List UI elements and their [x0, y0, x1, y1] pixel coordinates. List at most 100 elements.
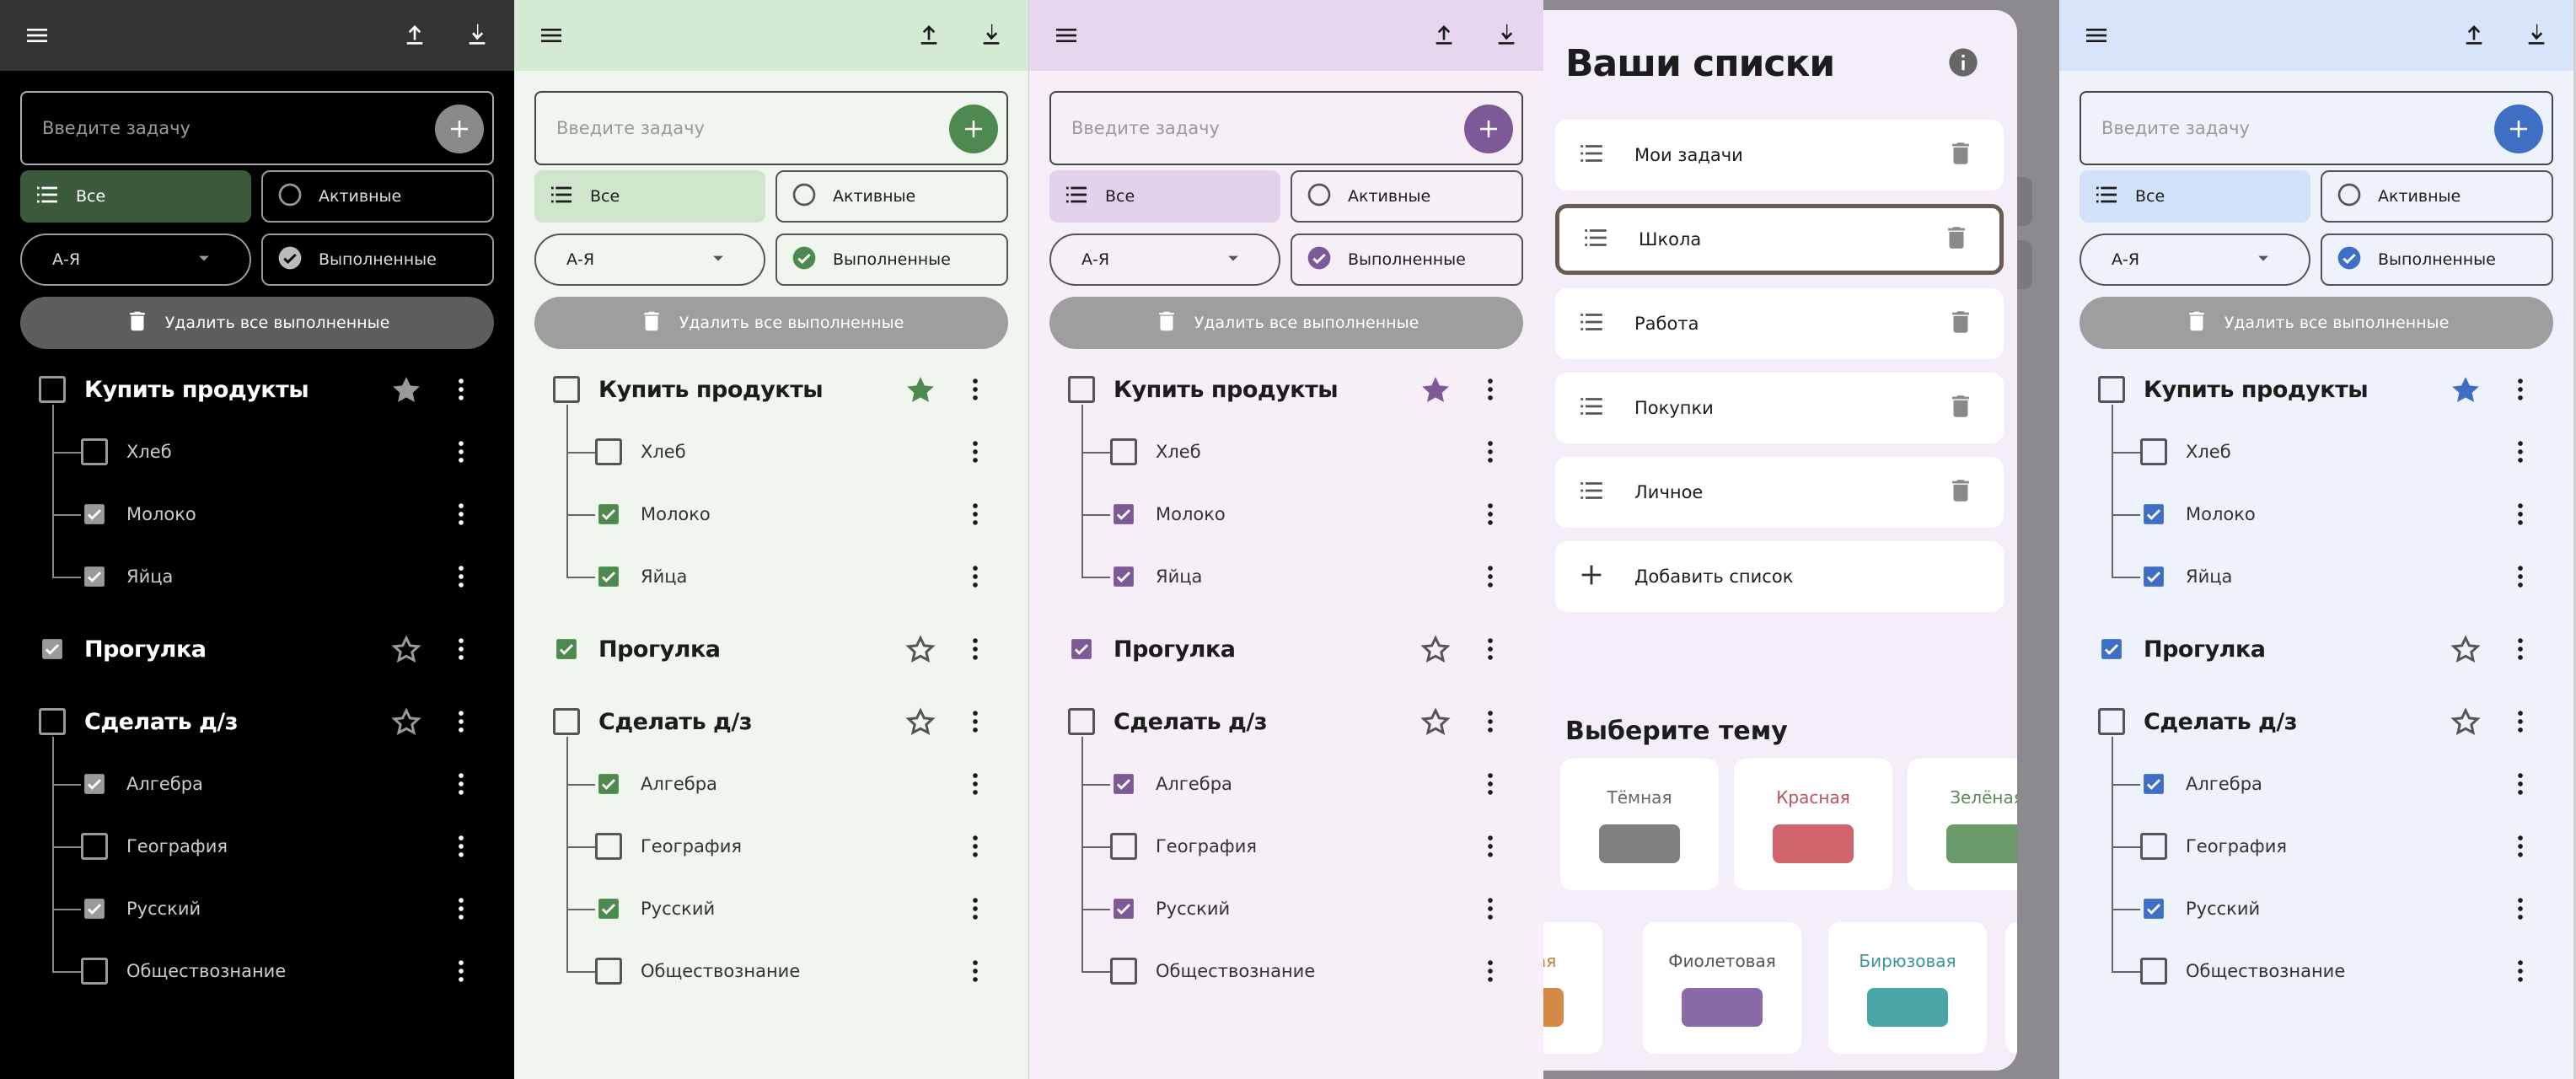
subtask-row[interactable]: География: [0, 815, 514, 878]
subtask-checkbox[interactable]: [595, 438, 622, 465]
task-checkbox[interactable]: [553, 636, 580, 663]
download-icon[interactable]: [971, 15, 1012, 56]
delete-completed-button[interactable]: Удалить все выполненные: [20, 297, 494, 349]
subtask-checkbox[interactable]: [1110, 563, 1137, 590]
list-item[interactable]: Работа: [1555, 288, 2004, 359]
subtask-row[interactable]: Молоко: [0, 483, 514, 545]
subtask-checkbox[interactable]: [2140, 958, 2167, 985]
info-icon[interactable]: [1946, 46, 1980, 79]
subtask-row[interactable]: Хлеб: [1029, 421, 1543, 483]
more-options-icon[interactable]: [2506, 375, 2535, 404]
add-task-button[interactable]: [1464, 105, 1513, 153]
delete-list-icon[interactable]: [1946, 139, 2004, 171]
subtask-checkbox[interactable]: [1110, 833, 1137, 860]
subtask-row[interactable]: География: [2059, 815, 2573, 878]
delete-completed-button[interactable]: Удалить все выполненные: [2080, 297, 2553, 349]
delete-completed-button[interactable]: Удалить все выполненные: [534, 297, 1008, 349]
filter-all-chip[interactable]: Все: [20, 170, 251, 223]
subtask-checkbox[interactable]: [595, 501, 622, 528]
subtask-row[interactable]: Алгебра: [0, 753, 514, 815]
subtask-row[interactable]: Обществознание: [1029, 940, 1543, 1002]
more-options-icon[interactable]: [2506, 894, 2535, 923]
task-input[interactable]: Введите задачу: [1049, 91, 1523, 165]
menu-icon[interactable]: [17, 15, 57, 56]
download-icon[interactable]: [1486, 15, 1527, 56]
download-icon[interactable]: [457, 15, 497, 56]
star-outline-icon[interactable]: [389, 633, 423, 667]
add-task-button[interactable]: [2494, 105, 2543, 153]
sort-dropdown[interactable]: А-Я: [2080, 234, 2310, 286]
star-outline-icon[interactable]: [389, 706, 423, 739]
task-row[interactable]: Прогулка: [2059, 618, 2573, 680]
delete-list-icon[interactable]: [1946, 476, 2004, 508]
more-options-icon[interactable]: [961, 635, 990, 663]
filter-done-chip[interactable]: Выполненные: [775, 234, 1008, 286]
download-icon[interactable]: [2516, 15, 2557, 56]
filter-all-chip[interactable]: Все: [2080, 170, 2310, 223]
subtask-checkbox[interactable]: [81, 438, 108, 465]
menu-icon[interactable]: [1046, 15, 1087, 56]
task-checkbox[interactable]: [39, 636, 66, 663]
subtask-row[interactable]: Хлеб: [2059, 421, 2573, 483]
filter-all-chip[interactable]: Все: [534, 170, 765, 223]
star-outline-icon[interactable]: [2449, 633, 2482, 667]
more-options-icon[interactable]: [2506, 770, 2535, 798]
task-row[interactable]: Купить продукты: [514, 358, 1028, 421]
more-options-icon[interactable]: [1476, 707, 1505, 736]
more-options-icon[interactable]: [447, 635, 475, 663]
more-options-icon[interactable]: [447, 438, 475, 466]
subtask-checkbox[interactable]: [81, 563, 108, 590]
more-options-icon[interactable]: [1476, 957, 1505, 985]
subtask-checkbox[interactable]: [2140, 833, 2167, 860]
subtask-row[interactable]: Алгебра: [1029, 753, 1543, 815]
filter-all-chip[interactable]: Все: [1049, 170, 1280, 223]
more-options-icon[interactable]: [961, 438, 990, 466]
more-options-icon[interactable]: [2506, 562, 2535, 591]
more-options-icon[interactable]: [961, 894, 990, 923]
theme-card[interactable]: Тёмная: [1560, 759, 1719, 890]
subtask-checkbox[interactable]: [595, 895, 622, 922]
list-item[interactable]: Покупки: [1555, 373, 2004, 443]
list-item[interactable]: Личное: [1555, 457, 2004, 528]
task-input[interactable]: Введите задачу: [534, 91, 1008, 165]
task-row[interactable]: Прогулка: [0, 618, 514, 680]
upload-icon[interactable]: [2454, 15, 2494, 56]
more-options-icon[interactable]: [447, 894, 475, 923]
star-outline-icon[interactable]: [904, 706, 937, 739]
delete-completed-button[interactable]: Удалить все выполненные: [1049, 297, 1523, 349]
filter-active-chip[interactable]: Активные: [1291, 170, 1523, 223]
filter-done-chip[interactable]: Выполненные: [1291, 234, 1523, 286]
task-row[interactable]: Сделать д/з: [0, 690, 514, 753]
task-checkbox[interactable]: [2098, 708, 2125, 735]
subtask-checkbox[interactable]: [81, 895, 108, 922]
subtask-row[interactable]: Русский: [514, 878, 1028, 940]
star-outline-icon[interactable]: [2449, 706, 2482, 739]
filter-active-chip[interactable]: Активные: [261, 170, 494, 223]
theme-card[interactable]: Бирюзовая: [1828, 922, 1987, 1054]
theme-card[interactable]: Фиолетовая: [1643, 922, 1801, 1054]
more-options-icon[interactable]: [1476, 562, 1505, 591]
star-outline-icon[interactable]: [904, 633, 937, 667]
subtask-checkbox[interactable]: [81, 958, 108, 985]
subtask-row[interactable]: Яйца: [1029, 545, 1543, 608]
more-options-icon[interactable]: [961, 375, 990, 404]
task-row[interactable]: Купить продукты: [1029, 358, 1543, 421]
add-list-button[interactable]: Добавить список: [1555, 541, 2004, 612]
delete-list-icon[interactable]: [1942, 223, 1999, 255]
subtask-checkbox[interactable]: [1110, 770, 1137, 797]
star-outline-icon[interactable]: [1419, 633, 1452, 667]
subtask-checkbox[interactable]: [81, 501, 108, 528]
subtask-row[interactable]: Обществознание: [514, 940, 1028, 1002]
subtask-row[interactable]: Русский: [0, 878, 514, 940]
subtask-row[interactable]: Хлеб: [0, 421, 514, 483]
more-options-icon[interactable]: [447, 770, 475, 798]
more-options-icon[interactable]: [1476, 500, 1505, 529]
sort-dropdown[interactable]: А-Я: [1049, 234, 1280, 286]
more-options-icon[interactable]: [2506, 957, 2535, 985]
more-options-icon[interactable]: [447, 375, 475, 404]
subtask-checkbox[interactable]: [2140, 770, 2167, 797]
subtask-row[interactable]: Алгебра: [514, 753, 1028, 815]
task-checkbox[interactable]: [1068, 708, 1095, 735]
more-options-icon[interactable]: [961, 562, 990, 591]
task-row[interactable]: Купить продукты: [2059, 358, 2573, 421]
